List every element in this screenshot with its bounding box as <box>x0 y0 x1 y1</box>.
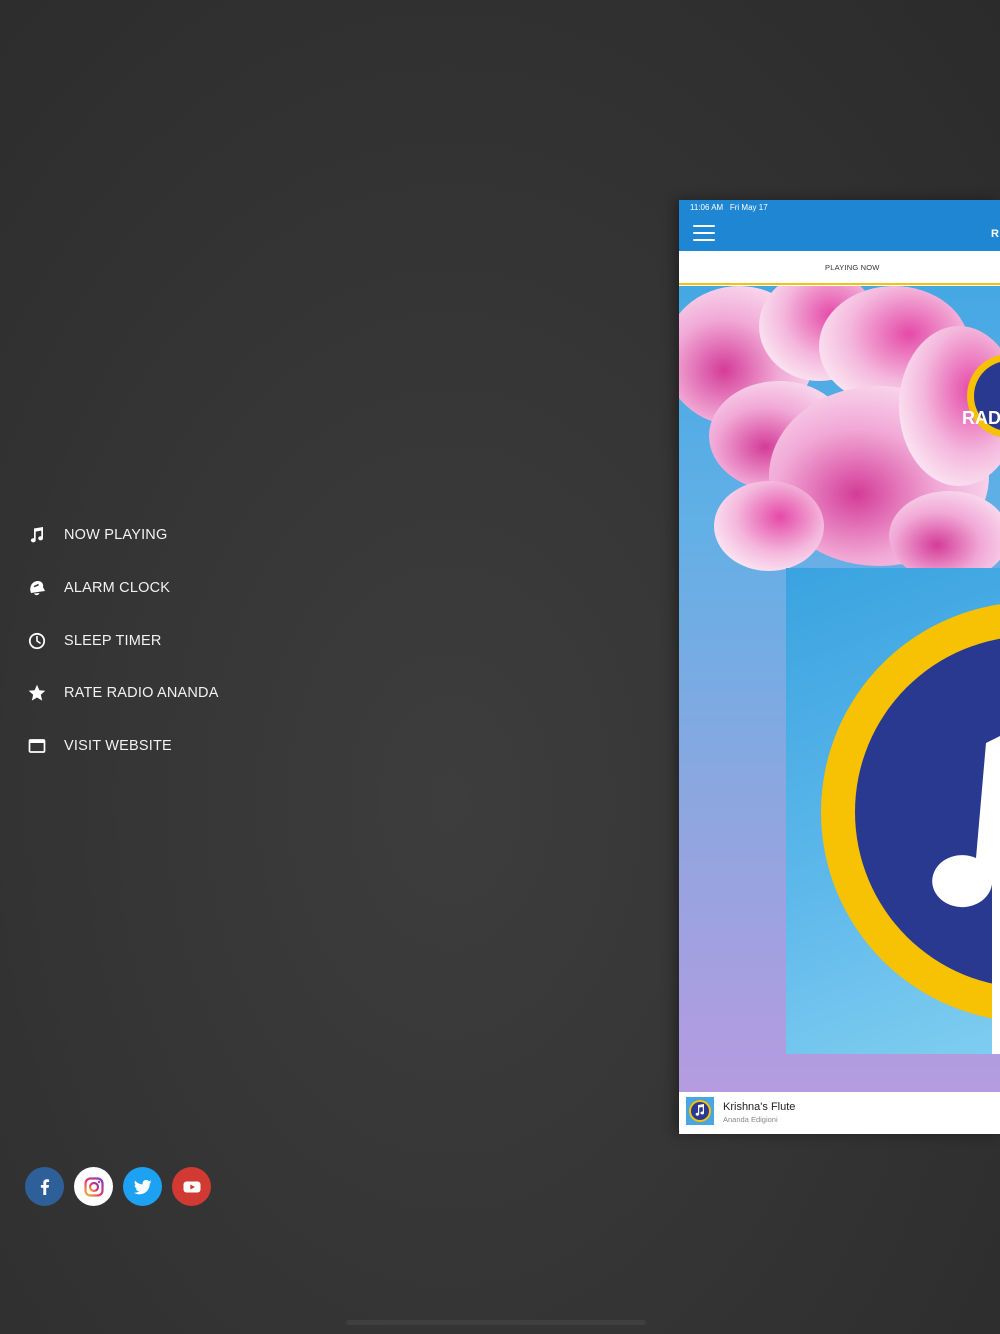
menu-item-label: SLEEP TIMER <box>64 632 162 649</box>
twitter-button[interactable] <box>123 1167 162 1206</box>
youtube-button[interactable] <box>172 1167 211 1206</box>
track-title: Krishna's Flute <box>723 1101 796 1113</box>
twitter-icon <box>133 1179 151 1194</box>
menu-item-alarm-clock[interactable]: ALARM CLOCK <box>26 562 326 615</box>
track-thumbnail <box>686 1097 714 1125</box>
app-header: 11:06 AM Fri May 17 R <box>679 200 1000 251</box>
menu-item-label: RATE RADIO ANANDA <box>64 685 219 702</box>
instagram-icon <box>83 1176 104 1197</box>
radio-logo-image <box>821 604 1000 1054</box>
menu-item-label: NOW PLAYING <box>64 527 168 544</box>
hamburger-menu-icon[interactable] <box>693 225 715 242</box>
music-note-icon <box>26 524 48 546</box>
album-art <box>786 568 1000 1054</box>
alarm-bell-icon <box>26 577 48 599</box>
track-artist: Ananda Edigioni <box>723 1115 778 1124</box>
facebook-icon <box>40 1178 49 1195</box>
side-menu: NOW PLAYING ALARM CLOCK SLEEP TIMER RATE… <box>26 509 326 772</box>
clock-icon <box>26 630 48 652</box>
menu-item-label: VISIT WEBSITE <box>64 738 172 755</box>
instagram-button[interactable] <box>74 1167 113 1206</box>
logo-text: RADI <box>962 408 1000 428</box>
tab-bar: PLAYING NOW <box>679 251 1000 285</box>
station-artwork-background: RADI <box>679 286 1000 1092</box>
flowers-image: RADI <box>679 286 1000 576</box>
menu-item-label: ALARM CLOCK <box>64 580 171 597</box>
app-title: R <box>991 228 999 240</box>
menu-item-now-playing[interactable]: NOW PLAYING <box>26 509 326 562</box>
home-indicator[interactable] <box>346 1320 646 1325</box>
menu-item-rate[interactable]: RATE RADIO ANANDA <box>26 667 326 720</box>
status-bar-time: 11:06 AM Fri May 17 <box>690 203 768 212</box>
tab-playing-now[interactable]: PLAYING NOW <box>825 263 880 272</box>
app-preview-panel[interactable]: 11:06 AM Fri May 17 R PLAYING NOW RAD Kr… <box>679 200 1000 1134</box>
menu-item-visit-website[interactable]: VISIT WEBSITE <box>26 720 326 773</box>
star-icon <box>26 682 48 704</box>
social-links <box>25 1167 211 1206</box>
menu-item-sleep-timer[interactable]: SLEEP TIMER <box>26 614 326 667</box>
browser-window-icon <box>26 735 48 757</box>
youtube-icon <box>183 1181 200 1192</box>
now-playing-bar[interactable]: Krishna's Flute Ananda Edigioni <box>679 1092 1000 1134</box>
facebook-button[interactable] <box>25 1167 64 1206</box>
